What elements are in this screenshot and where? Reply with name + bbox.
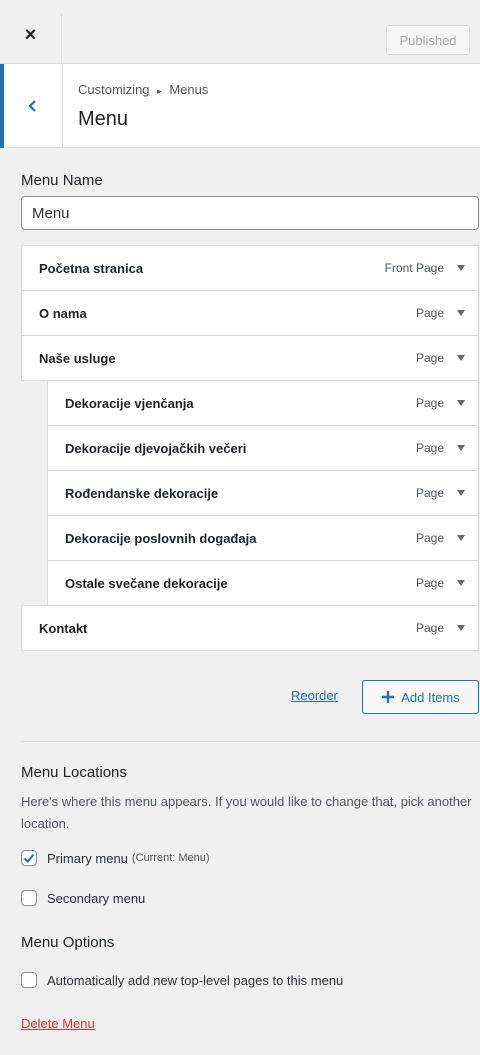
plus-icon [382,691,395,703]
back-button[interactable] [0,64,63,148]
menu-item-title: Dekoracije vjenčanja [65,395,194,411]
primary-menu-label: Primary menu [47,850,128,866]
primary-menu-option[interactable]: Primary menu (Current: Menu) [21,850,210,866]
menu-item[interactable]: Početna stranica Front Page [21,245,479,291]
customizer-top-bar: × Published [0,0,480,64]
menu-item-type: Page [415,486,444,500]
menu-item[interactable]: Ostale svečane dekoracije Page [47,560,479,606]
caret-down-icon[interactable] [444,309,478,317]
secondary-menu-option[interactable]: Secondary menu [21,890,145,906]
menu-locations-description: Here's where this menu appears. If you w… [21,794,472,831]
menu-item-type: Page [415,351,444,365]
panel-header: Customizing ▸ Menus Menu [0,64,480,148]
primary-menu-note: (Current: Menu) [131,852,210,864]
caret-down-icon[interactable] [444,444,478,452]
menu-item[interactable]: Dekoracije poslovnih događaja Page [47,515,479,561]
menu-item-title: Ostale svečane dekoracije [65,575,228,591]
caret-down-icon[interactable] [444,399,478,407]
menu-item[interactable]: Dekoracije vjenčanja Page [47,380,479,426]
auto-add-option[interactable]: Automatically add new top-level pages to… [21,972,343,988]
checkmark-icon [23,853,35,863]
breadcrumb-separator: ▸ [157,86,162,96]
menu-item-title: Dekoracije djevojačkih večeri [65,440,247,456]
breadcrumb: Customizing ▸ Menus [78,82,208,97]
menu-options-heading: Menu Options [21,934,115,951]
menu-item-type: Page [415,576,444,590]
menu-item[interactable]: Rođendanske dekoracije Page [47,470,479,516]
menu-item-title: O nama [39,305,87,321]
menu-item[interactable]: O nama Page [21,290,479,336]
menu-name-input[interactable] [21,196,479,230]
caret-down-icon[interactable] [444,354,478,362]
menu-item-type: Page [415,441,444,455]
menu-item[interactable]: Kontakt Page [21,605,479,651]
secondary-menu-label: Secondary menu [47,890,146,906]
auto-add-label: Automatically add new top-level pages to… [47,972,344,988]
caret-down-icon[interactable] [444,264,478,272]
caret-down-icon[interactable] [444,579,478,587]
menu-item-title: Dekoracije poslovnih događaja [65,530,257,546]
chevron-left-icon [28,100,36,112]
menu-item-title: Naše usluge [39,350,116,366]
add-items-button[interactable]: Add Items [362,680,479,714]
menu-item[interactable]: Naše usluge Page [21,335,479,381]
caret-down-icon[interactable] [444,489,478,497]
add-items-label: Add Items [401,689,460,705]
menu-name-label: Menu Name [21,172,103,189]
auto-add-checkbox[interactable] [21,972,37,988]
menu-item-type: Page [415,621,444,635]
close-icon[interactable]: × [0,14,62,64]
breadcrumb-parent: Customizing [78,82,150,97]
section-divider [21,741,480,742]
caret-down-icon[interactable] [444,534,478,542]
menu-item-title: Rođendanske dekoracije [65,485,219,501]
reorder-link[interactable]: Reorder [291,688,338,703]
breadcrumb-current: Menus [169,82,209,97]
publish-button[interactable]: Published [386,25,470,55]
menu-item-type: Page [415,306,444,320]
menu-item-type: Page [415,396,444,410]
menu-item-type: Front Page [384,261,444,275]
page-title: Menu [78,108,129,130]
menu-item-title: Kontakt [39,620,88,636]
caret-down-icon[interactable] [444,624,478,632]
secondary-menu-checkbox[interactable] [21,890,37,906]
primary-menu-checkbox[interactable] [21,850,37,866]
menu-item-type: Page [415,531,444,545]
menu-item[interactable]: Dekoracije djevojačkih večeri Page [47,425,479,471]
menu-item-title: Početna stranica [39,260,144,276]
delete-menu-link[interactable]: Delete Menu [21,1016,95,1031]
menu-locations-heading: Menu Locations [21,764,127,781]
